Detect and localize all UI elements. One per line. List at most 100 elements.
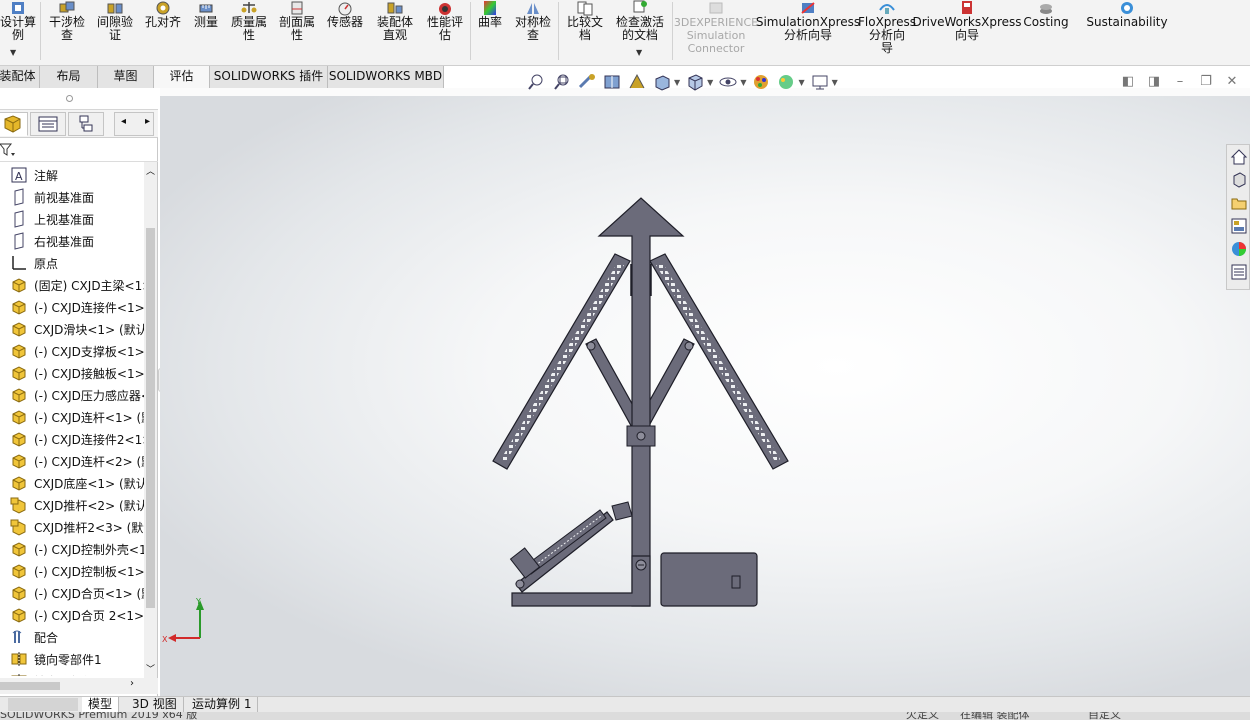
chevron-down-icon[interactable]: ▼ [740,78,746,87]
scroll-down-icon[interactable]: ﹀ [146,662,155,675]
symmetry-check-button[interactable]: 对称检 查 [510,0,556,62]
tree-item[interactable]: CXJD推杆<2> (默认 [10,494,144,516]
design-study-button[interactable]: 设计算 例 [0,0,38,62]
compare-documents-button[interactable]: 比较文 档 [562,0,608,62]
appearances-icon[interactable] [1230,240,1248,258]
tab-model[interactable]: 模型 [82,697,120,713]
panel-grip[interactable] [0,88,158,110]
restore-icon[interactable]: ❐ [1198,74,1214,90]
tree-vertical-scrollbar[interactable]: ︿ ﹀ [144,162,157,678]
scrollbar-thumb[interactable] [146,228,155,608]
home-icon[interactable] [1230,148,1248,166]
scroll-right-icon[interactable]: › [130,678,134,689]
tab-sketch[interactable]: 草图 [98,66,154,88]
measure-button[interactable]: 测量 [186,0,226,62]
graphics-area[interactable] [160,96,1250,696]
tree-item[interactable]: (-) CXJD接触板<1> (默 [10,362,144,384]
tab-solidworks-mbd[interactable]: SOLIDWORKS MBD [328,66,444,88]
tree-item[interactable]: (-) CXJD压力感应器<1> [10,384,144,406]
clearance-verify-button[interactable]: 间隙验 证 [92,0,138,62]
file-explorer-icon[interactable] [1230,194,1248,212]
chevron-down-icon[interactable]: ▼ [798,78,804,87]
driveworksxpress-button[interactable]: DriveWorksXpress 向导 [912,0,1022,62]
tab-evaluate[interactable]: 评估 [154,66,210,88]
tab-assembly[interactable]: 装配体 [0,66,40,88]
hide-show-items-icon[interactable] [717,71,739,93]
tree-item[interactable]: (-) CXJD支撑板<1> (默 [10,340,144,362]
model-view[interactable] [160,96,1250,696]
tree-item[interactable]: 配合 [10,626,58,648]
mass-properties-button[interactable]: 质量属 性 [226,0,272,62]
tree-item[interactable]: (-) CXJD连杆<2> (默认 [10,450,144,472]
tree-item[interactable]: (-) CXJD控制板<1> ( [10,560,144,582]
view-palette-icon[interactable] [1230,217,1248,235]
tab-featuremanager[interactable] [0,112,28,136]
tree-item[interactable]: 上视基准面 [10,208,94,230]
simulationxpress-button[interactable]: SimulationXpress 分析向导 [756,0,860,62]
dynamic-annotation-icon[interactable] [626,71,648,93]
interference-check-button[interactable]: 干涉检 查 [44,0,90,62]
chevron-down-icon[interactable]: ▼ [674,78,680,87]
tab-motion-study-1[interactable]: 运动算例 1 [186,697,259,713]
tab-configurationmanager[interactable] [68,112,104,136]
floxpress-button[interactable]: FloXpress 分析向 导 [858,0,916,62]
tree-item[interactable]: CXJD推杆2<3> (默认 [10,516,144,538]
tree-item[interactable]: (-) CXJD连接件<1> (默认 [10,296,144,318]
tab-propertymanager[interactable] [30,112,66,136]
tree-item[interactable]: CXJD底座<1> (默认 [10,472,144,494]
tree-item[interactable]: (-) CXJD合页 2<1> ( [10,604,144,626]
scrollbar-thumb[interactable] [0,682,60,690]
chevron-down-icon[interactable]: ▼ [10,48,16,57]
control-housing[interactable] [660,552,758,607]
section-view-icon[interactable] [601,71,623,93]
tile-left-icon[interactable]: ◧ [1120,74,1136,90]
costing-button[interactable]: Costing [1020,0,1072,62]
performance-evaluation-button[interactable]: 性能评 估 [422,0,468,62]
scroll-up-icon[interactable]: ︿ [146,164,155,177]
tree-item[interactable]: 镜向零部件1 [10,648,102,670]
design-library-icon[interactable] [1230,171,1248,189]
tree-item[interactable]: (-) CXJD合页<1> (默 [10,582,144,604]
tab-solidworks-addins[interactable]: SOLIDWORKS 插件 [210,66,328,88]
3dexperience-connector-button[interactable]: 3DEXPERIENCE Simulation Connector [674,0,758,62]
zoom-to-area-icon[interactable] [551,71,573,93]
zoom-to-fit-icon[interactable] [526,71,548,93]
tree-item[interactable]: (-) CXJD控制外壳<1> [10,538,144,560]
status-units[interactable]: 自定义 [1088,712,1121,720]
tree-item[interactable]: (-) CXJD连杆<1> (默认 [10,406,144,428]
view-settings-icon[interactable] [809,71,831,93]
apply-scene-icon[interactable] [775,71,797,93]
assembly-visualization-button[interactable]: 装配体 直观 [372,0,418,62]
tree-item[interactable]: 前视基准面 [10,186,94,208]
tree-item[interactable]: (固定) CXJD主梁<1> [10,274,144,296]
tile-right-icon[interactable]: ◨ [1146,74,1162,90]
previous-view-icon[interactable] [576,71,598,93]
chevron-down-icon[interactable]: ▼ [636,48,642,57]
tree-item[interactable]: (-) CXJD连接件2<1> ( [10,428,144,450]
chevron-down-icon[interactable]: ▼ [707,78,713,87]
edit-appearance-icon[interactable] [750,71,772,93]
right-contact-plate[interactable] [649,253,789,470]
tab-layout[interactable]: 布局 [40,66,98,88]
tree-item[interactable]: A 注解 [10,164,58,186]
left-contact-plate[interactable] [492,253,631,470]
hole-alignment-button[interactable]: 孔对齐 [140,0,186,62]
tab-scroll-arrows[interactable]: ◂ ▸ [114,112,154,136]
tab-scroll-arrows[interactable] [8,698,78,711]
tab-3d-view[interactable]: 3D 视图 [126,697,184,713]
sensor-button[interactable]: 传感器 [322,0,368,62]
chevron-left-icon[interactable]: ◂ [121,116,126,127]
tree-filter[interactable] [0,138,158,162]
chevron-down-icon[interactable]: ▼ [832,78,838,87]
section-properties-button[interactable]: 剖面属 性 [274,0,320,62]
sustainability-button[interactable]: Sustainability [1086,0,1168,62]
curvature-button[interactable]: 曲率 [474,0,506,62]
tree-item[interactable]: 镜向零部件2 [10,670,102,676]
linear-actuator[interactable] [509,501,633,593]
view-orientation-icon[interactable] [651,71,673,93]
display-style-icon[interactable] [684,71,706,93]
minimize-icon[interactable]: – [1172,74,1188,90]
custom-properties-icon[interactable] [1230,263,1248,281]
tree-item[interactable]: 右视基准面 [10,230,94,252]
close-icon[interactable]: ✕ [1224,74,1240,90]
